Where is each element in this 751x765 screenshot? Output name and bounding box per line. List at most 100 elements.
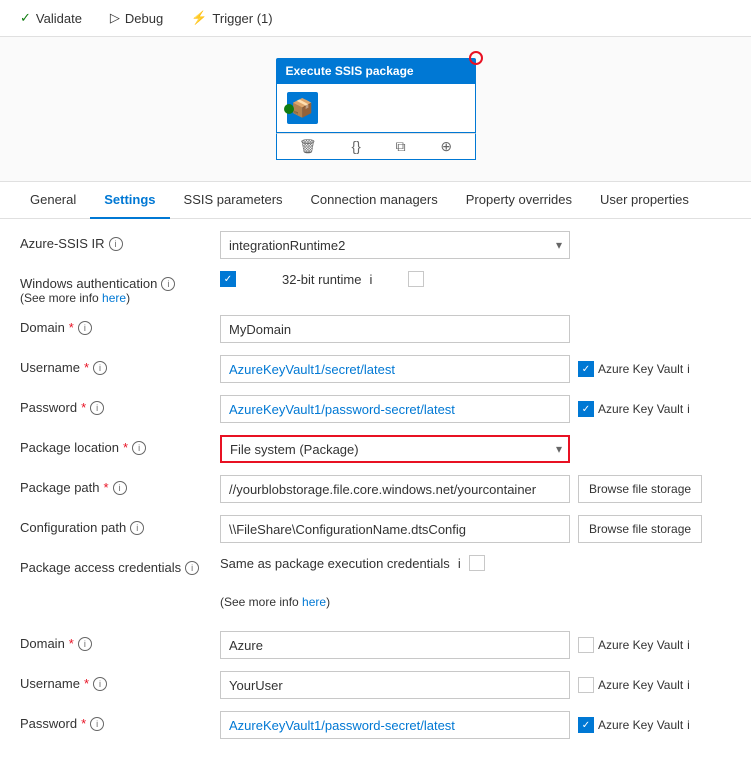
see-more-info-here-link[interactable]: here [302, 595, 326, 609]
debug-button[interactable]: ▷ Debug [106, 8, 167, 28]
username-azure-kv: ✓ Azure Key Vault i [578, 361, 690, 377]
configuration-path-row: Configuration path i Browse file storage [20, 515, 731, 545]
username2-control: Azure Key Vault i [220, 671, 731, 699]
trigger-label: Trigger (1) [212, 11, 272, 26]
tabs: General Settings SSIS parameters Connect… [0, 182, 751, 219]
tab-property-overrides[interactable]: Property overrides [452, 182, 586, 219]
runtime-label: 32-bit runtime [282, 272, 361, 287]
credentials-same-label: Same as package execution credentials [220, 556, 450, 571]
tab-general[interactable]: General [16, 182, 90, 219]
password2-input[interactable] [220, 711, 570, 739]
password-azure-kv-checkbox[interactable]: ✓ [578, 401, 594, 417]
package-path-control: Browse file storage [220, 475, 731, 503]
delete-icon[interactable]: 🗑 [299, 138, 317, 155]
validate-button[interactable]: ✓ Validate [16, 8, 86, 28]
configuration-path-label: Configuration path i [20, 515, 220, 535]
azure-ssis-ir-control: integrationRuntime2 [220, 231, 731, 259]
package-location-select-wrapper: File system (Package) SSISDB File system… [220, 435, 570, 463]
trigger-button[interactable]: ⚡ Trigger (1) [187, 8, 276, 28]
username-row: Username * i ✓ Azure Key Vault i [20, 355, 731, 385]
package-location-info-icon[interactable]: i [132, 441, 146, 455]
domain2-azure-kv-checkbox[interactable] [578, 637, 594, 653]
username-azure-kv-checkbox[interactable]: ✓ [578, 361, 594, 377]
configuration-path-input[interactable] [220, 515, 570, 543]
domain2-control: Azure Key Vault i [220, 631, 731, 659]
package-path-browse-button[interactable]: Browse file storage [578, 475, 702, 503]
password2-row: Password * i ✓ Azure Key Vault i [20, 711, 731, 741]
package-location-select[interactable]: File system (Package) SSISDB File system… [220, 435, 570, 463]
windows-auth-info-icon[interactable]: i [161, 277, 175, 291]
runtime-info-icon[interactable]: i [369, 272, 372, 287]
package-access-info-icon[interactable]: i [185, 561, 199, 575]
username-azure-kv-info[interactable]: i [687, 362, 690, 376]
windows-auth-control: ✓ 32-bit runtime i [220, 271, 731, 287]
username2-azure-kv-checkbox[interactable] [578, 677, 594, 693]
domain-info-icon[interactable]: i [78, 321, 92, 335]
username2-label: Username * i [20, 671, 220, 691]
windows-auth-label: Windows authentication i (See more info … [20, 271, 220, 305]
azure-ssis-ir-info-icon[interactable]: i [109, 237, 123, 251]
arrow-icon[interactable]: ⊕ [440, 138, 452, 155]
package-location-row: Package location * i File system (Packag… [20, 435, 731, 465]
card-title: Execute SSIS package [286, 64, 414, 78]
domain2-input[interactable] [220, 631, 570, 659]
windows-auth-here-link[interactable]: here [102, 291, 126, 305]
package-path-input[interactable] [220, 475, 570, 503]
password2-info-icon[interactable]: i [90, 717, 104, 731]
configuration-path-info-icon[interactable]: i [130, 521, 144, 535]
domain-input[interactable] [220, 315, 570, 343]
trigger-icon: ⚡ [191, 10, 207, 26]
validate-label: Validate [36, 11, 82, 26]
username2-row: Username * i Azure Key Vault i [20, 671, 731, 701]
credentials-checkbox[interactable] [469, 555, 485, 571]
green-dot [284, 104, 294, 114]
ssis-card: Execute SSIS package 📦 Execute SSIS pack… [276, 58, 476, 160]
tab-connection-managers[interactable]: Connection managers [297, 182, 452, 219]
card-footer: 🗑 {} ⧉ ⊕ [276, 133, 476, 160]
package-access-credentials-control: Same as package execution credentials i [220, 555, 731, 571]
domain2-azure-kv: Azure Key Vault i [578, 637, 690, 653]
credentials-info-icon[interactable]: i [458, 556, 461, 571]
code-icon[interactable]: {} [351, 138, 360, 155]
tab-user-properties[interactable]: User properties [586, 182, 703, 219]
configuration-path-browse-button[interactable]: Browse file storage [578, 515, 702, 543]
package-location-label: Package location * i [20, 435, 220, 455]
azure-ssis-ir-row: Azure-SSIS IR i integrationRuntime2 [20, 231, 731, 261]
username-control: ✓ Azure Key Vault i [220, 355, 731, 383]
card-header: Execute SSIS package [276, 58, 476, 84]
domain-label: Domain * i [20, 315, 220, 335]
runtime-checkbox[interactable] [408, 271, 424, 287]
copy-icon[interactable]: ⧉ [396, 138, 406, 155]
password2-azure-kv-checkbox[interactable]: ✓ [578, 717, 594, 733]
azure-ssis-ir-select[interactable]: integrationRuntime2 [220, 231, 570, 259]
package-path-row: Package path * i Browse file storage [20, 475, 731, 505]
username-input[interactable] [220, 355, 570, 383]
password2-azure-kv-info[interactable]: i [687, 718, 690, 732]
username2-info-icon[interactable]: i [93, 677, 107, 691]
toolbar: ✓ Validate ▷ Debug ⚡ Trigger (1) [0, 0, 751, 37]
tab-settings[interactable]: Settings [90, 182, 169, 219]
ssis-activity-icon: 📦 [287, 92, 319, 124]
domain2-info-icon[interactable]: i [78, 637, 92, 651]
windows-auth-checkbox[interactable]: ✓ [220, 271, 236, 287]
password-input[interactable] [220, 395, 570, 423]
password2-label: Password * i [20, 711, 220, 731]
domain2-azure-kv-info[interactable]: i [687, 638, 690, 652]
domain-row: Domain * i [20, 315, 731, 345]
username2-input[interactable] [220, 671, 570, 699]
password-label: Password * i [20, 395, 220, 415]
windows-auth-row: Windows authentication i (See more info … [20, 271, 731, 305]
username-info-icon[interactable]: i [93, 361, 107, 375]
password-azure-kv-info[interactable]: i [687, 402, 690, 416]
package-location-control: File system (Package) SSISDB File system… [220, 435, 731, 463]
configuration-path-control: Browse file storage [220, 515, 731, 543]
validate-icon: ✓ [20, 10, 31, 26]
package-path-label: Package path * i [20, 475, 220, 495]
card-body: 📦 Execute SSIS package1 [276, 84, 476, 133]
password2-azure-kv: ✓ Azure Key Vault i [578, 717, 690, 733]
password-info-icon[interactable]: i [90, 401, 104, 415]
tab-ssis-parameters[interactable]: SSIS parameters [170, 182, 297, 219]
debug-label: Debug [125, 11, 163, 26]
package-path-info-icon[interactable]: i [113, 481, 127, 495]
username2-azure-kv-info[interactable]: i [687, 678, 690, 692]
